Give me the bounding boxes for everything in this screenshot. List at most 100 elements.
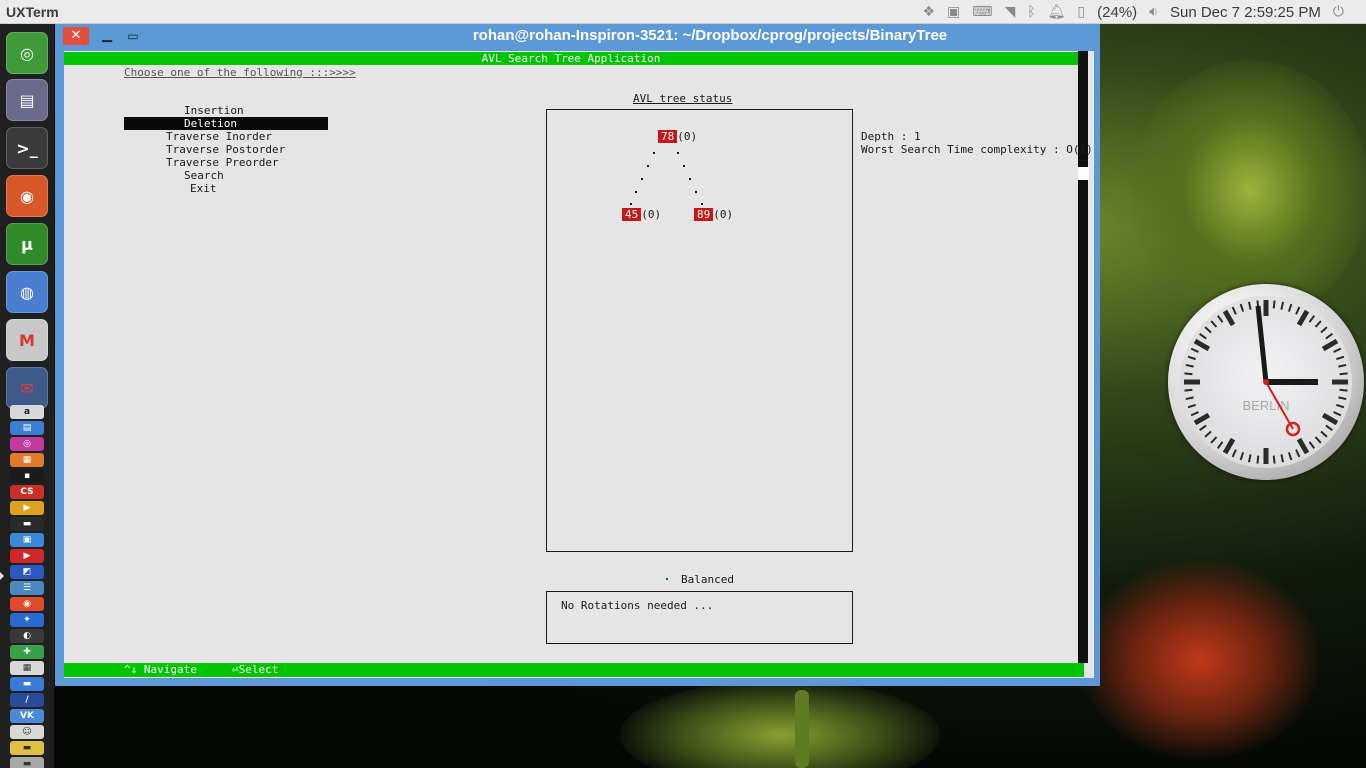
utorrent-icon[interactable]: µ [6,223,48,265]
clock-tick [1247,301,1252,310]
clock-tick [1333,347,1342,353]
app-icon-6[interactable]: ▶ [10,501,44,515]
clock-tick [1314,320,1322,328]
clock-tick [1190,347,1199,353]
clock-center [1263,379,1269,385]
app-icon-5[interactable]: CS [10,485,44,499]
menu-item-inorder[interactable]: Traverse Inorder [166,130,272,143]
clock-tick [1187,403,1196,409]
node-key: 45 [622,208,642,221]
app-icon-16[interactable]: ▦ [10,661,44,675]
clock-tick [1222,437,1236,455]
clock-tick [1321,338,1339,352]
clock-tick [1247,454,1252,463]
amazon-icon[interactable]: a [10,405,44,419]
clipboard-icon[interactable]: ▣ [947,4,960,20]
wallpaper-flower [1080,560,1320,760]
clock-tick [1339,372,1348,376]
battery-icon[interactable]: ▯ [1077,4,1085,20]
app-icon-14[interactable]: ◐ [10,629,44,643]
notification-icon[interactable]: 🔔︎ [1048,4,1066,20]
select-hint: ⏎Select [232,663,279,676]
app-icon-3[interactable]: ▦ [10,453,44,467]
chromium-icon[interactable]: ◍ [6,271,48,313]
clock-tick [1336,403,1345,409]
firefox-icon[interactable]: ◉ [6,175,48,217]
menu-item-insertion[interactable]: Insertion [184,104,244,117]
clock-tick [1308,441,1316,449]
node-balance: (0) [713,208,734,221]
navigate-hint: ^↓ Navigate [124,663,197,676]
mail-icon[interactable]: ✉ [6,367,48,409]
app-icon-7[interactable]: ▬ [10,517,44,531]
top-panel: UXTerm ❖ ▣ ⌨ ◥ ᛒ 🔔︎ ▯ (24%) 🔉︎ Sun Dec 7… [0,0,1366,24]
app-icon-21[interactable]: ▬ [10,741,44,755]
clock-widget[interactable]: BERLIN [1168,284,1364,480]
app-icon-17[interactable]: ▬ [10,677,44,691]
clock-tick [1338,363,1347,368]
menu-item-exit[interactable]: Exit [190,182,217,195]
files-icon[interactable]: ▤ [6,79,48,121]
tree-edge-dot [683,165,685,167]
power-icon[interactable]: ⏻ [1333,4,1344,20]
app-icon-13[interactable]: ✦ [10,613,44,627]
app-icon-8[interactable]: ▣ [10,533,44,547]
app-icon-2[interactable]: ◎ [10,437,44,451]
clock-tick [1296,437,1310,455]
app-icon-11[interactable]: ☰ [10,581,44,595]
menu-item-search[interactable]: Search [184,169,224,182]
tree-edge-dot [695,191,697,193]
clock-tick [1190,411,1199,417]
tree-edge-dot [701,203,703,205]
menu-item-preorder[interactable]: Traverse Preorder [166,156,279,169]
keyboard-icon[interactable]: ⌨ [972,4,992,20]
app-icon-1[interactable]: ▤ [10,421,44,435]
wallpaper-stem [795,690,809,768]
clock-tick [1210,320,1218,328]
clock-text[interactable]: Sun Dec 7 2:59:25 PM [1170,4,1321,21]
launcher: ◎ ▤ >_ ◉ µ ◍ M ✉ a ▤ ◎ ▦ ▪ CS ▶ ▬ ▣ ▶ ◩ … [0,24,54,768]
node-balance: (0) [677,130,698,143]
dropbox-icon[interactable]: ❖ [922,4,935,20]
terminal-screen[interactable]: AVL Search Tree Application Choose one o… [64,51,1094,678]
tree-node-root: 78 (0) [658,130,697,143]
volume-icon[interactable]: 🔉︎ [1149,4,1158,20]
gmail-icon[interactable]: M [6,319,48,361]
app-icon-12[interactable]: ◉ [10,597,44,611]
clock-tick [1272,300,1276,309]
node-balance: (0) [641,208,662,221]
window-titlebar[interactable]: ✕ ▁ ▭ rohan@rohan-Inspiron-3521: ~/Dropb… [55,24,1100,50]
menu-prompt: Choose one of the following :::>>>> [124,66,356,79]
clock-tick [1325,332,1333,340]
tree-edge-dot [647,165,649,167]
app-icon-9[interactable]: ▶ [10,549,44,563]
app-icon-10[interactable]: ◩ [10,565,44,579]
app-icon-20[interactable]: ☺ [10,725,44,739]
app-icon-18[interactable]: / [10,693,44,707]
tree-edge-dot [635,191,637,193]
dash-icon[interactable]: ◎ [6,32,48,74]
app-icon-15[interactable]: ✚ [10,645,44,659]
clock-minute-hand [1255,305,1269,383]
tree-status-title: AVL tree status [633,92,733,105]
clock-tick [1320,326,1328,334]
terminal-icon[interactable]: >_ [6,127,48,169]
clock-tick [1287,303,1293,312]
menu-item-deletion[interactable]: Deletion [184,117,237,130]
clock-tick [1199,424,1207,432]
clock-tick [1199,332,1207,340]
clock-tick [1222,309,1236,327]
tree-panel [546,109,853,552]
trash-icon[interactable]: ▬ [10,757,44,768]
tree-edge-dot [689,178,691,180]
clock-tick [1210,436,1218,444]
indicator-area: ❖ ▣ ⌨ ◥ ᛒ 🔔︎ ▯ (24%) 🔉︎ Sun Dec 7 2:59:2… [922,0,1344,24]
app-icon-19[interactable]: VK [10,709,44,723]
app-icon-4[interactable]: ▪ [10,469,44,483]
bluetooth-icon[interactable]: ᛒ [1027,4,1035,20]
battery-percent[interactable]: (24%) [1097,4,1137,21]
menu-item-postorder[interactable]: Traverse Postorder [166,143,285,156]
window-title: rohan@rohan-Inspiron-3521: ~/Dropbox/cpr… [472,27,948,44]
wifi-icon[interactable]: ◥ [1004,4,1015,20]
tree-node-left: 45 (0) [622,208,661,221]
